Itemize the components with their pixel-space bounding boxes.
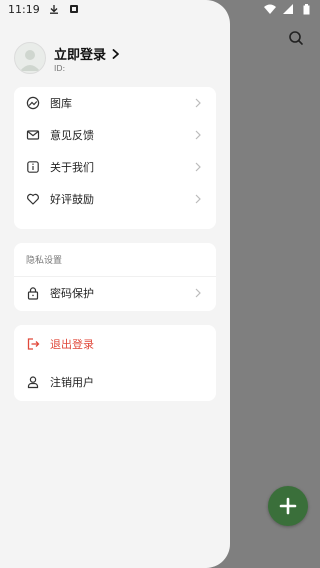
gallery-icon xyxy=(26,96,40,110)
profile-header[interactable]: 立即登录 ID: xyxy=(14,42,216,76)
status-bar: 11:19 xyxy=(0,0,320,18)
menu-item-label: 图库 xyxy=(50,97,72,110)
user-id-label: ID: xyxy=(54,64,66,73)
logout-icon xyxy=(26,337,40,351)
logout-button[interactable]: 退出登录 xyxy=(14,325,216,363)
account-card: 退出登录 注销用户 xyxy=(14,325,216,401)
menu-item-label: 好评鼓励 xyxy=(50,193,94,206)
wifi-icon xyxy=(264,3,276,15)
search-icon[interactable] xyxy=(286,28,306,48)
heart-icon xyxy=(26,192,40,206)
add-button[interactable] xyxy=(268,486,308,526)
menu-item-feedback[interactable]: 意见反馈 xyxy=(14,119,216,151)
menu-item-rate[interactable]: 好评鼓励 xyxy=(14,183,216,215)
info-icon xyxy=(26,160,40,174)
navigation-drawer: 11:19 立即登录 ID: 图库 意见反馈 关于我们 好评鼓励 隐私设置 密码… xyxy=(0,0,309,568)
user-avatar-icon xyxy=(20,50,40,71)
main-menu-card: 图库 意见反馈 关于我们 好评鼓励 xyxy=(14,87,216,229)
privacy-card: 隐私设置 密码保护 xyxy=(14,243,216,311)
mail-icon xyxy=(26,128,40,142)
menu-item-label: 关于我们 xyxy=(50,161,94,174)
plus-icon xyxy=(279,497,297,515)
app-notification-icon xyxy=(68,3,80,15)
menu-item-password-protection[interactable]: 密码保护 xyxy=(14,277,216,309)
privacy-section-title: 隐私设置 xyxy=(14,243,216,277)
chevron-right-icon xyxy=(195,130,201,140)
status-time: 11:19 xyxy=(8,2,40,16)
delete-account-label: 注销用户 xyxy=(50,376,94,389)
menu-item-label: 意见反馈 xyxy=(50,129,94,142)
avatar[interactable] xyxy=(14,42,46,74)
battery-icon xyxy=(300,3,312,15)
login-link[interactable]: 立即登录 xyxy=(54,44,106,63)
signal-icon xyxy=(282,3,294,15)
chevron-right-icon xyxy=(195,162,201,172)
lock-icon xyxy=(26,286,40,300)
download-icon xyxy=(48,3,60,15)
logout-label: 退出登录 xyxy=(50,338,94,351)
chevron-right-icon xyxy=(195,288,201,298)
chevron-right-icon xyxy=(195,98,201,108)
menu-item-gallery[interactable]: 图库 xyxy=(14,87,216,119)
delete-account-button[interactable]: 注销用户 xyxy=(14,363,216,401)
chevron-right-icon xyxy=(112,48,119,59)
user-icon xyxy=(26,375,40,389)
chevron-right-icon xyxy=(195,194,201,204)
menu-item-label: 密码保护 xyxy=(50,287,94,300)
menu-item-about[interactable]: 关于我们 xyxy=(14,151,216,183)
